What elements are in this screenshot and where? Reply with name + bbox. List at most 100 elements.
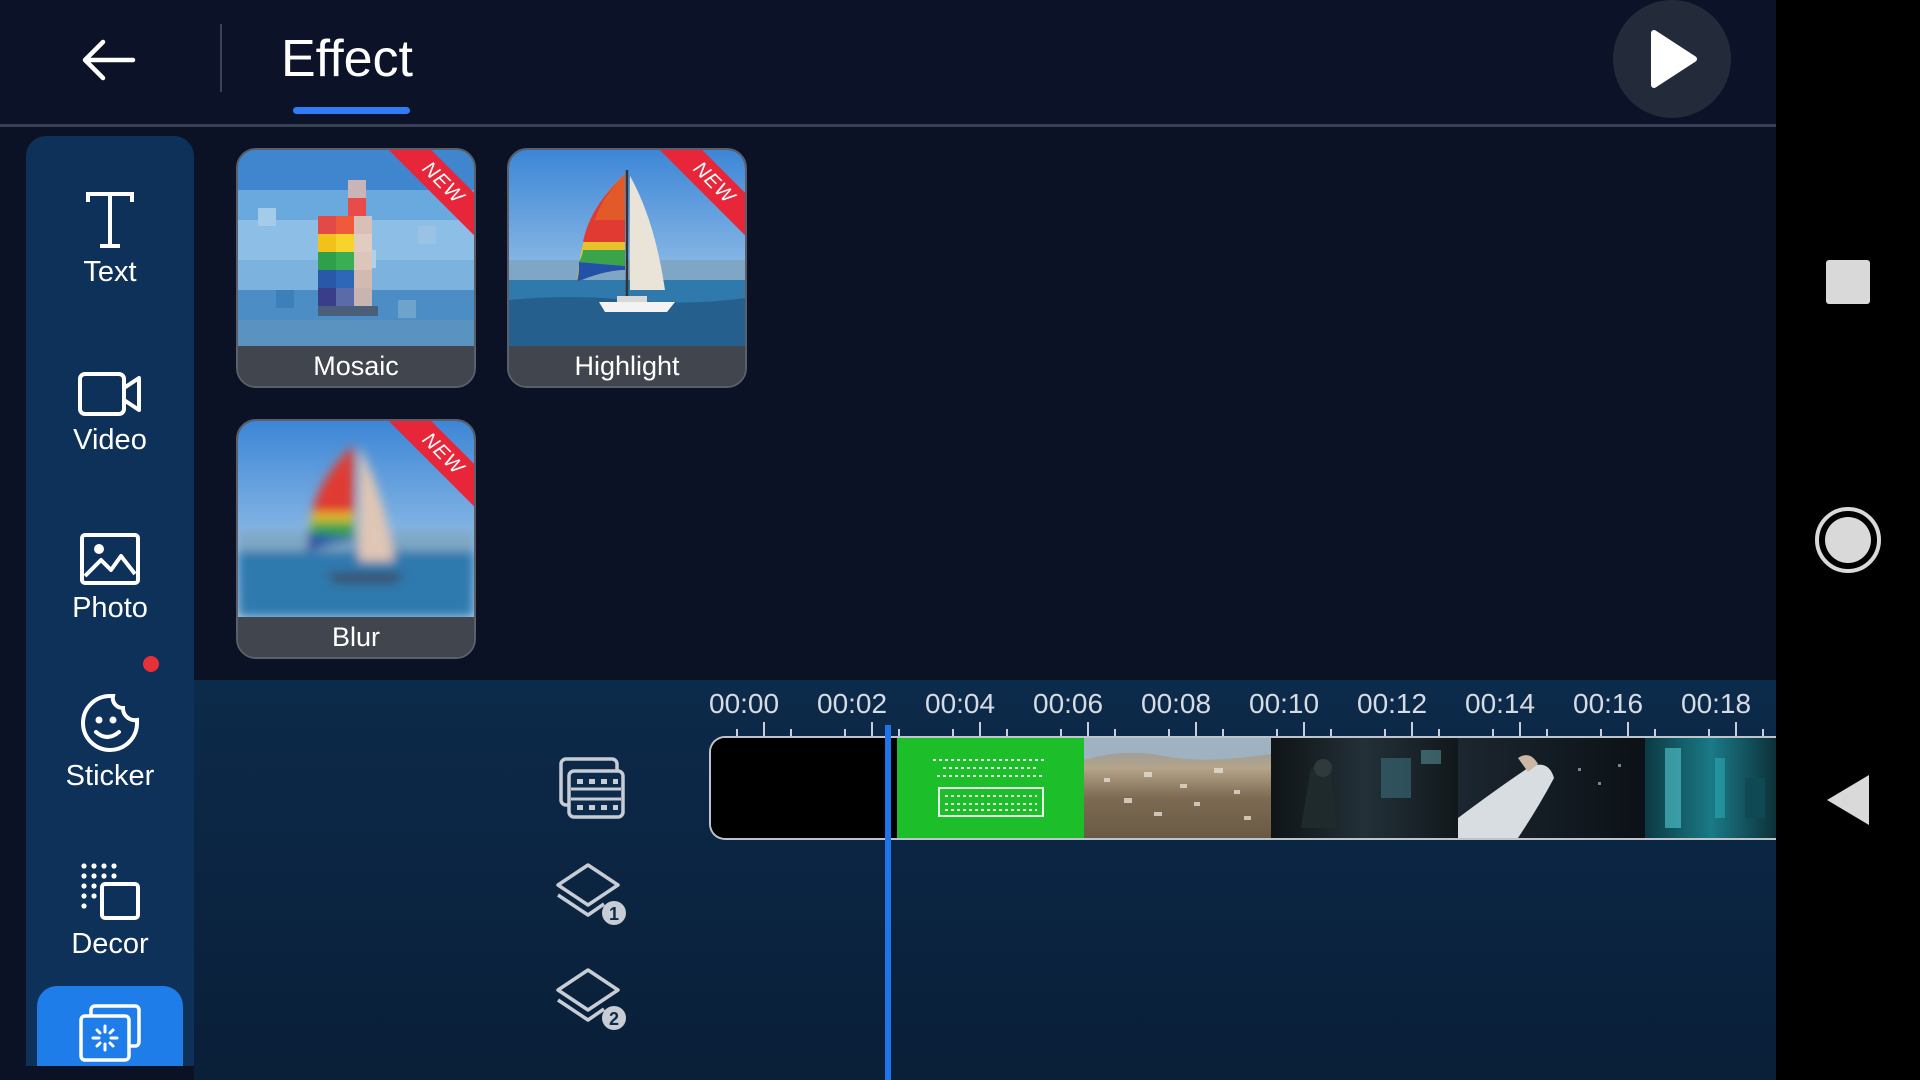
- tab-active-indicator: [293, 107, 410, 114]
- sidebar-item-label: Video: [73, 424, 147, 456]
- tab-effect[interactable]: Effect: [281, 24, 413, 94]
- sticker-icon: [81, 694, 139, 752]
- ruler-tick: [979, 722, 981, 736]
- ruler-tick: [1411, 722, 1413, 736]
- effect-label: Mosaic: [238, 346, 474, 386]
- ruler-tick: [1087, 722, 1089, 736]
- mosaic-thumbnail: NEW: [238, 150, 474, 346]
- clip-frame: [897, 738, 1084, 838]
- ruler-label: 00:18: [1681, 688, 1752, 719]
- recents-icon: [1826, 260, 1870, 304]
- ruler-tick: [1546, 729, 1548, 736]
- back-button[interactable]: [62, 24, 154, 96]
- header-bar: Effect: [0, 0, 1776, 127]
- back-nav-button[interactable]: [1776, 768, 1920, 832]
- ruler-tick: [1708, 729, 1710, 736]
- video-icon: [78, 372, 141, 416]
- ruler-tick: [1276, 729, 1278, 736]
- sidebar-item-video[interactable]: Video: [26, 324, 194, 474]
- sidebar-item-photo[interactable]: Photo: [26, 492, 194, 642]
- ruler-tick: [1330, 729, 1332, 736]
- playhead[interactable]: [885, 725, 891, 1080]
- home-button[interactable]: [1776, 504, 1920, 576]
- ruler-label: 00:00: [709, 688, 780, 719]
- photo-icon: [80, 533, 140, 585]
- ruler-tick: [1438, 729, 1440, 736]
- recents-button[interactable]: [1776, 254, 1920, 310]
- layer-number: 2: [609, 1009, 619, 1029]
- ruler-tick: [1168, 729, 1170, 736]
- effect-card-highlight[interactable]: NEW Highlight: [507, 148, 747, 388]
- decor-icon: [81, 863, 140, 920]
- ruler-label: 00:08: [1141, 688, 1212, 719]
- ruler-tick: [1492, 729, 1494, 736]
- ruler-tick: [1600, 729, 1602, 736]
- effect-label: Blur: [238, 617, 474, 657]
- clip-frame: [1458, 738, 1645, 838]
- ruler-tick: [1303, 722, 1305, 736]
- sidebar-item-label: Photo: [72, 592, 148, 624]
- clip-frame: [1084, 738, 1271, 838]
- sidebar-item-text[interactable]: Text: [26, 156, 194, 306]
- effect-icon: [79, 1004, 141, 1062]
- clip-frame: [711, 738, 897, 838]
- sidebar-item-label: Text: [83, 256, 137, 288]
- layer-2-icon: 2: [556, 968, 626, 1030]
- effect-label: Highlight: [509, 346, 745, 386]
- ruler-tick: [1735, 722, 1737, 736]
- layer-1-icon: 1: [556, 863, 626, 925]
- play-icon: [1651, 30, 1697, 88]
- ruler-tick: [1060, 729, 1062, 736]
- clip-frame: [1645, 738, 1776, 838]
- ruler-label: 00:04: [925, 688, 996, 719]
- ruler-tick: [763, 722, 765, 736]
- layer-number: 1: [609, 904, 619, 924]
- system-nav-bar: [1776, 0, 1920, 1080]
- sidebar-item-label: Sticker: [65, 760, 155, 792]
- blur-thumbnail: NEW: [238, 421, 474, 617]
- ruler-label: 00:10: [1249, 688, 1320, 719]
- app-main: Effect Text Video Photo Sticker Decor NE…: [0, 0, 1776, 1080]
- ruler-tick: [1627, 722, 1629, 736]
- ruler-label: 00:02: [817, 688, 888, 719]
- layer-2-button[interactable]: 2: [552, 959, 632, 1039]
- home-icon: [1815, 507, 1881, 573]
- ruler-tick: [1384, 729, 1386, 736]
- sidebar-item-decor[interactable]: Decor: [26, 828, 194, 978]
- ruler-tick: [844, 729, 846, 736]
- ruler-label: 00:06: [1033, 688, 1104, 719]
- back-triangle-icon: [1827, 775, 1869, 825]
- play-button[interactable]: [1613, 0, 1731, 118]
- clip-frame: [1271, 738, 1458, 838]
- ruler-tick: [898, 729, 900, 736]
- effect-card-mosaic[interactable]: NEW Mosaic: [236, 148, 476, 388]
- ruler-label: 00:16: [1573, 688, 1644, 719]
- sticker-notification-dot: [143, 656, 159, 672]
- ruler-label: 00:12: [1357, 688, 1428, 719]
- ruler-tick: [1762, 729, 1764, 736]
- video-track-button[interactable]: [552, 748, 632, 828]
- text-icon: [86, 192, 134, 248]
- ruler-tick: [952, 729, 954, 736]
- ruler-tick: [1114, 729, 1116, 736]
- sidebar-item-sticker[interactable]: Sticker: [26, 660, 194, 810]
- header-divider: [220, 24, 222, 92]
- layer-1-button[interactable]: 1: [552, 854, 632, 934]
- highlight-thumbnail: NEW: [509, 150, 745, 346]
- ruler-tick: [1222, 729, 1224, 736]
- sidebar: Text Video Photo Sticker Decor: [26, 136, 194, 1066]
- ruler-tick: [1006, 729, 1008, 736]
- ruler-label: 00:14: [1465, 688, 1536, 719]
- ruler-tick: [871, 722, 873, 736]
- sidebar-item-effect[interactable]: [37, 986, 183, 1066]
- video-track-icon: [559, 757, 625, 819]
- ruler-tick: [1195, 722, 1197, 736]
- back-arrow-icon: [82, 39, 136, 81]
- ruler-tick: [790, 729, 792, 736]
- ruler-tick: [1654, 729, 1656, 736]
- sidebar-item-label: Decor: [71, 928, 149, 960]
- ruler-tick: [1519, 722, 1521, 736]
- video-clip-strip[interactable]: [709, 736, 1776, 840]
- ruler-tick: [736, 729, 738, 736]
- effect-card-blur[interactable]: NEW Blur: [236, 419, 476, 659]
